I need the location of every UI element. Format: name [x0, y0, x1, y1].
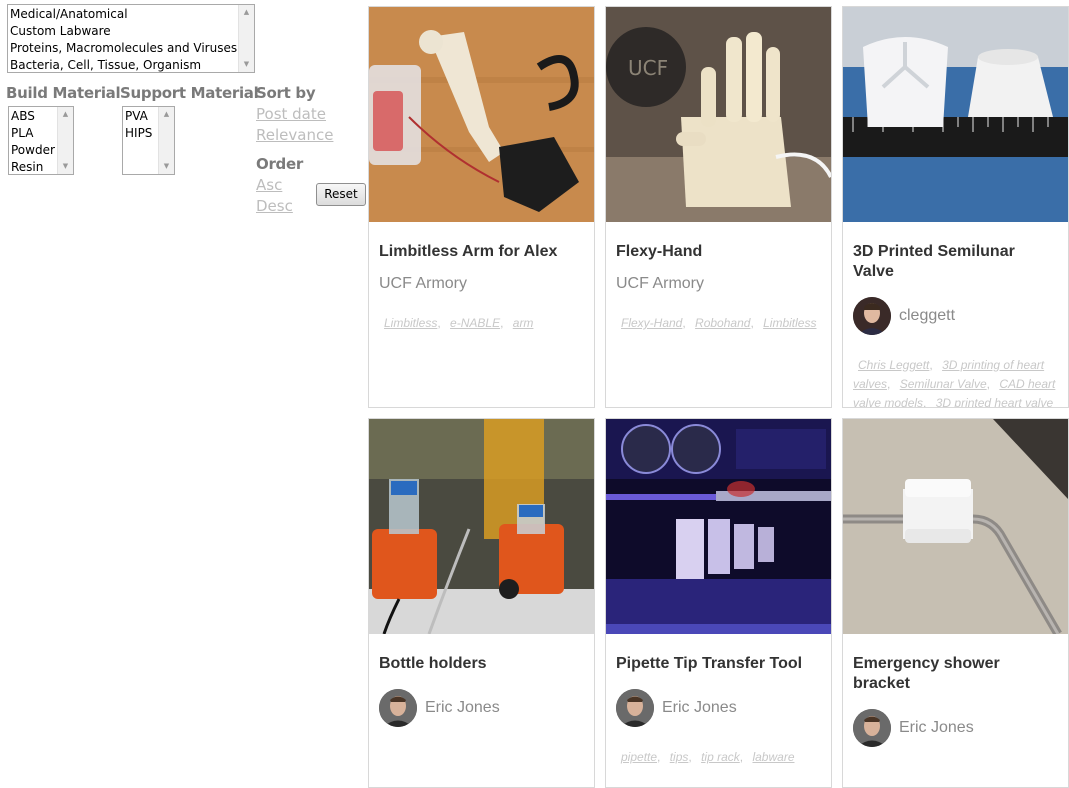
sort-by-label: Sort by: [256, 84, 316, 102]
build-material-listbox[interactable]: ABS PLA Powder Resin ▲ ▼: [8, 106, 74, 175]
project-thumbnail[interactable]: [843, 7, 1068, 222]
category-option[interactable]: Medical/Anatomical: [8, 6, 254, 23]
author-name[interactable]: cleggett: [899, 307, 955, 325]
category-option[interactable]: Custom Labware: [8, 23, 254, 40]
tag-list: pipette, tips, tip rack, labware: [621, 750, 795, 764]
author-name[interactable]: UCF Armory: [616, 274, 704, 294]
tag-link[interactable]: tips: [670, 750, 689, 764]
project-author[interactable]: UCF Armory: [379, 274, 584, 294]
avatar[interactable]: [616, 689, 654, 727]
order-desc-link[interactable]: Desc: [256, 197, 293, 215]
svg-text:UCF: UCF: [628, 56, 668, 80]
category-scrollbar[interactable]: ▲ ▼: [238, 5, 254, 72]
tag-link[interactable]: Robohand: [695, 316, 750, 330]
tag-link[interactable]: Flexy-Hand: [621, 316, 682, 330]
sort-relevance-link[interactable]: Relevance: [256, 126, 333, 144]
tag-link[interactable]: e-NABLE: [450, 316, 500, 330]
tag-list: Chris Leggett, 3D printing of heart valv…: [853, 358, 1056, 408]
project-thumbnail[interactable]: [606, 419, 831, 634]
scroll-down-icon[interactable]: ▼: [239, 57, 254, 72]
project-thumbnail[interactable]: [369, 419, 594, 634]
project-title[interactable]: Emergency shower bracket: [853, 654, 1058, 694]
tag-list: Flexy-Hand, Robohand, Limbitless: [621, 316, 817, 330]
project-card[interactable]: UCF Flexy-Hand UCF Armory Flexy-Hand, Ro…: [605, 6, 832, 408]
order-asc-link[interactable]: Asc: [256, 176, 282, 194]
tag-link[interactable]: 3D printed heart valve: [936, 396, 1053, 407]
project-title[interactable]: Flexy-Hand: [616, 242, 821, 262]
project-card[interactable]: Bottle holders Eric Jones: [368, 418, 595, 788]
scroll-up-icon[interactable]: ▲: [239, 5, 254, 20]
avatar[interactable]: [853, 297, 891, 335]
scroll-up-icon[interactable]: ▲: [58, 107, 73, 122]
project-thumbnail[interactable]: [843, 419, 1068, 634]
tag-link[interactable]: labware: [752, 750, 794, 764]
category-option[interactable]: Bacteria, Cell, Tissue, Organism: [8, 57, 254, 72]
sort-post-date-link[interactable]: Post date: [256, 105, 326, 123]
avatar[interactable]: [853, 709, 891, 747]
project-author[interactable]: Eric Jones: [616, 688, 821, 728]
support-material-listbox[interactable]: PVA HIPS ▲ ▼: [122, 106, 175, 175]
support-material-label: Support Material: [120, 84, 259, 102]
project-author[interactable]: UCF Armory: [616, 274, 821, 294]
author-name[interactable]: Eric Jones: [899, 719, 974, 737]
scroll-up-icon[interactable]: ▲: [159, 107, 174, 122]
project-title[interactable]: 3D Printed Semilunar Valve: [853, 242, 1058, 282]
tag-link[interactable]: pipette: [621, 750, 657, 764]
project-title[interactable]: Pipette Tip Transfer Tool: [616, 654, 821, 674]
order-label: Order: [256, 155, 303, 173]
project-card[interactable]: Emergency shower bracket Eric Jones: [842, 418, 1069, 788]
project-card[interactable]: Limbitless Arm for Alex UCF Armory Limbi…: [368, 6, 595, 408]
project-author[interactable]: Eric Jones: [853, 708, 1058, 748]
project-thumbnail[interactable]: [369, 7, 594, 222]
project-title[interactable]: Bottle holders: [379, 654, 584, 674]
tag-link[interactable]: tip rack: [701, 750, 740, 764]
tag-link[interactable]: Limbitless: [763, 316, 816, 330]
author-name[interactable]: UCF Armory: [379, 274, 467, 294]
tag-link[interactable]: Chris Leggett: [858, 358, 929, 372]
tag-link[interactable]: Semilunar Valve: [900, 377, 987, 391]
build-material-scrollbar[interactable]: ▲ ▼: [57, 107, 73, 174]
tag-link[interactable]: arm: [513, 316, 534, 330]
project-author[interactable]: Eric Jones: [379, 688, 584, 728]
project-card[interactable]: 3D Printed Semilunar Valve cleggett Chri…: [842, 6, 1069, 408]
author-name[interactable]: Eric Jones: [662, 699, 737, 717]
project-title[interactable]: Limbitless Arm for Alex: [379, 242, 584, 262]
category-listbox[interactable]: Medical/Anatomical Custom Labware Protei…: [7, 4, 255, 73]
category-option[interactable]: Proteins, Macromolecules and Viruses: [8, 40, 254, 57]
build-material-label: Build Material: [6, 84, 121, 102]
reset-button[interactable]: Reset: [316, 183, 366, 206]
project-thumbnail[interactable]: UCF: [606, 7, 831, 222]
scroll-down-icon[interactable]: ▼: [58, 159, 73, 174]
scroll-down-icon[interactable]: ▼: [159, 159, 174, 174]
project-card[interactable]: Pipette Tip Transfer Tool Eric Jones pip…: [605, 418, 832, 788]
avatar[interactable]: [379, 689, 417, 727]
author-name[interactable]: Eric Jones: [425, 699, 500, 717]
tag-link[interactable]: Limbitless: [384, 316, 437, 330]
tag-list: Limbitless, e-NABLE, arm: [384, 316, 534, 330]
project-author[interactable]: cleggett: [853, 296, 1058, 336]
support-material-scrollbar[interactable]: ▲ ▼: [158, 107, 174, 174]
